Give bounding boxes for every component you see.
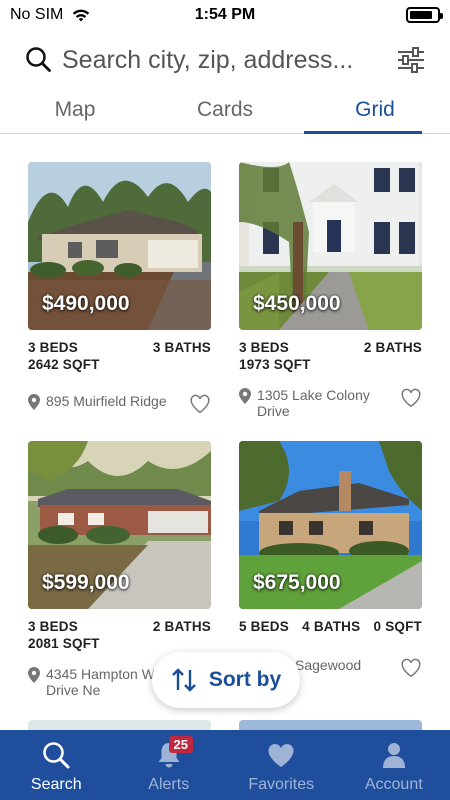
- listing-price: $490,000: [42, 292, 130, 315]
- nav-search[interactable]: Search: [0, 730, 113, 800]
- battery-level: [410, 11, 433, 19]
- listing-specs: 3 BEDS 2642 SQFT 3 BATHS: [28, 339, 211, 373]
- listing-address-row: 895 Muirfield Ridge: [28, 393, 211, 415]
- listing-baths: 2 BATHS: [363, 340, 422, 355]
- nav-favorites-label: Favorites: [248, 776, 315, 793]
- search-icon: [43, 742, 70, 769]
- listing-baths: 4 BATHS: [302, 619, 361, 634]
- listing-photo[interactable]: $490,000: [28, 162, 211, 330]
- favorite-heart-icon[interactable]: [400, 657, 422, 679]
- listing-sqft: 0 SQFT: [373, 619, 422, 634]
- sort-button[interactable]: Sort by: [152, 652, 300, 708]
- listing-beds: 3 BEDS: [28, 340, 78, 355]
- person-icon: [382, 743, 405, 768]
- listing-sqft: 1973 SQFT: [239, 357, 311, 372]
- nav-alerts-label: Alerts: [148, 776, 190, 793]
- nav-account[interactable]: Account: [338, 730, 450, 800]
- listing-baths: 3 BATHS: [152, 340, 211, 355]
- nav-alerts[interactable]: 25 Alerts: [113, 730, 226, 800]
- view-tabs: Map Cards Grid: [0, 90, 450, 134]
- status-right: [406, 7, 443, 23]
- sort-icon: [171, 668, 196, 692]
- tab-grid[interactable]: Grid: [300, 90, 450, 134]
- carrier-label: No SIM: [10, 6, 64, 23]
- status-left: No SIM: [10, 6, 91, 24]
- nav-account-label: Account: [364, 776, 423, 793]
- location-pin-icon: [28, 667, 40, 683]
- listing-card[interactable]: $490,000 3 BEDS 2642 SQFT 3 BATHS 895 Mu…: [28, 162, 211, 415]
- search-input[interactable]: [62, 45, 386, 75]
- search-bar: [0, 36, 450, 84]
- listing-beds: 5 BEDS: [239, 619, 289, 634]
- listing-specs: 5 BEDS 4 BATHS 0 SQFT: [239, 618, 422, 635]
- location-pin-icon: [239, 388, 251, 404]
- listing-price: $450,000: [253, 292, 341, 315]
- sort-label: Sort by: [208, 668, 282, 691]
- battery-icon: [406, 7, 443, 23]
- listing-photo[interactable]: $450,000: [239, 162, 422, 330]
- listing-address: 1305 Lake Colony Drive: [257, 387, 370, 419]
- status-bar: No SIM 1:54 PM: [0, 0, 450, 30]
- listing-specs: 3 BEDS 2081 SQFT 2 BATHS: [28, 618, 211, 652]
- listing-card[interactable]: $450,000 3 BEDS 1973 SQFT 2 BATHS 1305 L…: [239, 162, 422, 419]
- listing-photo[interactable]: $675,000: [239, 441, 422, 609]
- bottom-nav: Search 25 Alerts Favorites Account: [0, 730, 450, 800]
- heart-icon: [268, 744, 294, 767]
- listing-price: $675,000: [253, 571, 341, 594]
- listing-sqft: 2642 SQFT: [28, 357, 100, 372]
- location-pin-icon: [28, 394, 40, 410]
- nav-favorites[interactable]: Favorites: [225, 730, 338, 800]
- listing-price: $599,000: [42, 571, 130, 594]
- alerts-badge: 25: [168, 736, 193, 753]
- tab-cards[interactable]: Cards: [150, 90, 300, 133]
- nav-search-label: Search: [30, 776, 82, 793]
- search-icon[interactable]: [24, 45, 54, 75]
- listing-specs: 3 BEDS 1973 SQFT 2 BATHS: [239, 339, 422, 373]
- listing-address-row: 1305 Lake Colony Drive: [239, 387, 422, 419]
- favorite-heart-icon[interactable]: [189, 393, 211, 415]
- filter-icon[interactable]: [396, 45, 426, 75]
- listing-card[interactable]: $675,000 5 BEDS 4 BATHS 0 SQFT Sagewood: [239, 441, 422, 679]
- listing-photo[interactable]: $599,000: [28, 441, 211, 609]
- listing-beds: 3 BEDS: [28, 619, 78, 634]
- listing-beds: 3 BEDS: [239, 340, 289, 355]
- listing-baths: 2 BATHS: [152, 619, 211, 634]
- tab-map[interactable]: Map: [0, 90, 150, 133]
- listing-address: 895 Muirfield Ridge: [46, 393, 167, 409]
- listing-sqft: 2081 SQFT: [28, 636, 100, 651]
- favorite-heart-icon[interactable]: [400, 387, 422, 409]
- wifi-icon: [73, 9, 90, 22]
